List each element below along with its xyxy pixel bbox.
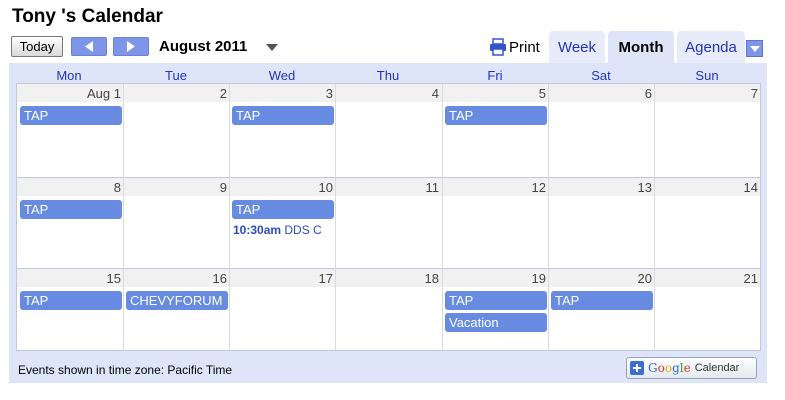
day-number[interactable]: 18 bbox=[339, 271, 439, 286]
tab-month[interactable]: Month bbox=[608, 31, 674, 63]
calendar-event[interactable]: TAP bbox=[20, 200, 122, 219]
week-divider bbox=[17, 177, 760, 178]
dow-tue: Tue bbox=[165, 68, 187, 83]
calendar-event[interactable]: TAP bbox=[20, 106, 122, 125]
day-divider bbox=[654, 84, 655, 350]
timed-event[interactable]: 10:30am DDS C bbox=[233, 223, 334, 237]
calendar-event[interactable]: CHEVYFORUM bbox=[126, 291, 228, 310]
week-divider bbox=[17, 268, 760, 269]
day-number[interactable]: 14 bbox=[658, 180, 758, 195]
add-to-google-calendar-button[interactable]: Google Calendar bbox=[626, 357, 757, 379]
day-number[interactable]: 19 bbox=[446, 271, 546, 286]
printer-icon bbox=[490, 38, 506, 56]
day-number[interactable]: 20 bbox=[552, 271, 652, 286]
calendar-event[interactable]: TAP bbox=[20, 291, 122, 310]
calendar-event[interactable]: TAP bbox=[551, 291, 653, 310]
calendar-event[interactable]: TAP bbox=[232, 106, 334, 125]
dow-sat: Sat bbox=[591, 68, 611, 83]
day-number[interactable]: 10 bbox=[233, 180, 333, 195]
day-divider bbox=[229, 84, 230, 350]
day-number[interactable]: 17 bbox=[233, 271, 333, 286]
day-divider bbox=[548, 84, 549, 350]
day-number[interactable]: Aug 1 bbox=[21, 86, 121, 101]
day-number[interactable]: 4 bbox=[339, 86, 439, 101]
day-divider bbox=[442, 84, 443, 350]
month-grid[interactable]: Aug 1 2 3 4 5 6 7 8 9 10 11 12 13 14 15 … bbox=[16, 83, 761, 351]
chevron-left-icon bbox=[85, 41, 93, 52]
dow-mon: Mon bbox=[56, 68, 82, 83]
today-button[interactable]: Today bbox=[11, 36, 63, 57]
dow-fri: Fri bbox=[487, 68, 503, 83]
prev-month-button[interactable] bbox=[71, 37, 107, 56]
day-number[interactable]: 3 bbox=[233, 86, 333, 101]
dow-wed: Wed bbox=[268, 68, 296, 83]
day-number[interactable]: 2 bbox=[127, 86, 227, 101]
day-number[interactable]: 21 bbox=[658, 271, 758, 286]
calendar-event[interactable]: TAP bbox=[445, 291, 547, 310]
gcal-label: Calendar bbox=[694, 362, 740, 374]
tab-week[interactable]: Week bbox=[549, 31, 605, 63]
chevron-down-icon bbox=[750, 46, 760, 52]
next-month-button[interactable] bbox=[113, 37, 149, 56]
print-link[interactable]: Print bbox=[489, 38, 540, 56]
calendar-event[interactable]: TAP bbox=[445, 106, 547, 125]
dow-sun: Sun bbox=[695, 68, 719, 83]
day-number[interactable]: 13 bbox=[552, 180, 652, 195]
day-number[interactable]: 8 bbox=[21, 180, 121, 195]
calendar-title: Tony 's Calendar bbox=[12, 6, 163, 27]
day-divider bbox=[335, 84, 336, 350]
google-logo: Google bbox=[648, 361, 691, 375]
day-number[interactable]: 5 bbox=[446, 86, 546, 101]
day-number[interactable]: 12 bbox=[446, 180, 546, 195]
day-divider bbox=[123, 84, 124, 350]
month-dropdown-icon[interactable] bbox=[266, 44, 278, 51]
plus-icon bbox=[630, 361, 644, 375]
calendar-event[interactable]: Vacation bbox=[445, 313, 547, 332]
event-time: 10:30am bbox=[233, 223, 282, 237]
day-number[interactable]: 6 bbox=[552, 86, 652, 101]
view-dropdown-button[interactable] bbox=[746, 40, 763, 57]
day-number[interactable]: 9 bbox=[127, 180, 227, 195]
chevron-right-icon bbox=[127, 41, 135, 52]
print-label: Print bbox=[509, 38, 540, 56]
event-title: DDS C bbox=[284, 223, 322, 237]
timezone-note: Events shown in time zone: Pacific Time bbox=[18, 363, 233, 377]
day-number[interactable]: 11 bbox=[339, 180, 440, 195]
day-number[interactable]: 7 bbox=[658, 86, 758, 101]
day-number[interactable]: 15 bbox=[21, 271, 121, 286]
tab-agenda[interactable]: Agenda bbox=[677, 31, 745, 63]
day-number[interactable]: 16 bbox=[127, 271, 227, 286]
current-month-label: August 2011 bbox=[159, 38, 248, 55]
dow-thu: Thu bbox=[376, 68, 400, 83]
calendar-event[interactable]: TAP bbox=[232, 200, 334, 219]
